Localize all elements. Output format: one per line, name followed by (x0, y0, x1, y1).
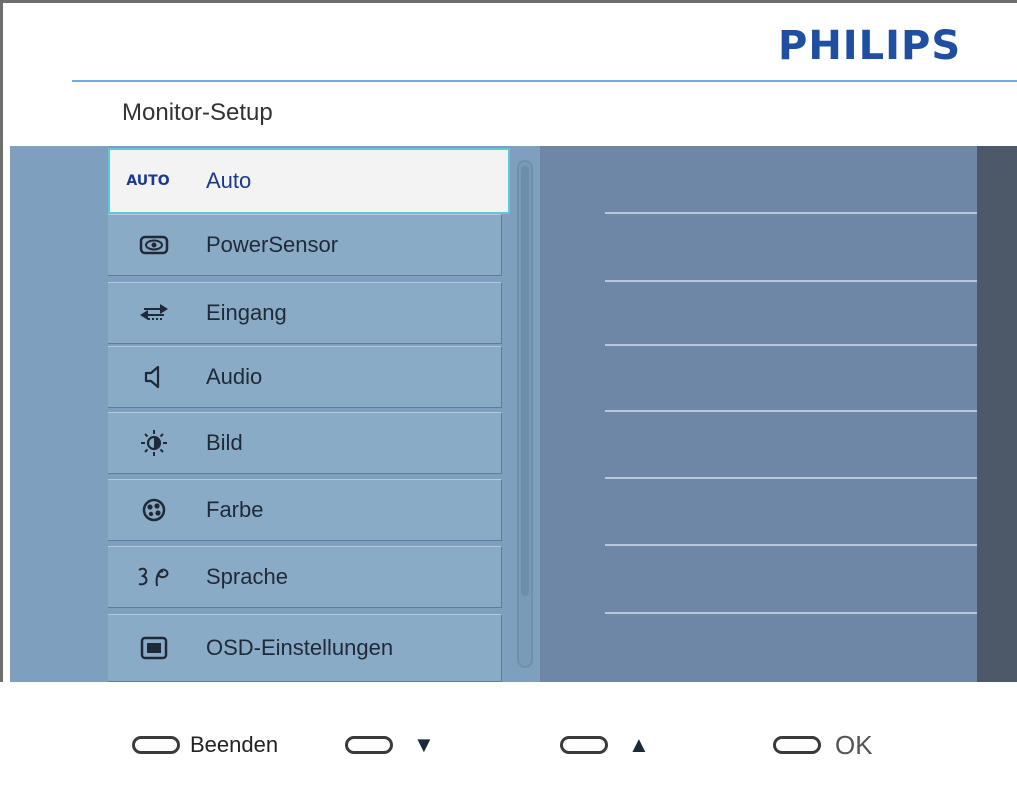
submenu-divider (605, 410, 977, 412)
osd-screen-icon (134, 633, 174, 663)
menu-item-label: Farbe (206, 497, 264, 522)
menu-item-eingang[interactable]: Eingang (108, 282, 502, 344)
menu-item-label: Eingang (206, 300, 287, 325)
submenu-divider (605, 344, 977, 346)
up-button[interactable]: ▲ (560, 728, 650, 762)
menu-item-label: Bild (206, 430, 243, 455)
submenu-divider (605, 544, 977, 546)
menu-item-label: PowerSensor (206, 232, 339, 257)
exit-button[interactable]: Beenden (132, 728, 278, 762)
color-palette-icon (134, 495, 174, 525)
submenu-panel (540, 146, 977, 682)
speaker-icon (134, 362, 174, 392)
ok-button[interactable]: OK (773, 728, 873, 762)
header-divider (72, 80, 1017, 82)
exit-label: Beenden (190, 732, 279, 757)
right-edge-bar (977, 146, 1017, 682)
submenu-divider (605, 477, 977, 479)
submenu-divider (605, 280, 977, 282)
scrollbar-thumb[interactable] (521, 166, 529, 596)
menu-item-sprache[interactable]: Sprache (108, 546, 502, 608)
menu-item-osd-einstellungen[interactable]: OSD-Einstellungen (108, 614, 502, 682)
page-title: Monitor-Setup (122, 99, 273, 126)
eye-sensor-icon (134, 230, 174, 260)
menu-item-label: Auto (206, 168, 252, 193)
menu-item-label: Sprache (206, 564, 288, 589)
menu-item-label: OSD-Einstellungen (206, 635, 394, 660)
down-arrow-icon: ▼ (413, 732, 435, 757)
up-arrow-icon: ▲ (628, 732, 650, 757)
language-icon (134, 562, 174, 592)
menu-item-auto[interactable]: AUTO Auto (108, 148, 510, 214)
menu-item-label: Audio (206, 364, 263, 389)
input-arrows-icon (134, 298, 174, 328)
submenu-divider (605, 612, 977, 614)
button-pill-icon (345, 736, 393, 754)
down-button[interactable]: ▼ (345, 728, 435, 762)
button-pill-icon (132, 736, 180, 754)
menu-item-farbe[interactable]: Farbe (108, 479, 502, 541)
brightness-sun-icon (134, 428, 174, 458)
menu-item-audio[interactable]: Audio (108, 346, 502, 408)
brand-logo: PHILIPS (778, 23, 962, 69)
auto-text-icon: AUTO (126, 173, 170, 189)
button-pill-icon (773, 736, 821, 754)
menu-item-powersensor[interactable]: PowerSensor (108, 214, 502, 276)
ok-label: OK (835, 729, 873, 760)
submenu-divider (605, 212, 977, 214)
menu-item-bild[interactable]: Bild (108, 412, 502, 474)
button-pill-icon (560, 736, 608, 754)
menu-scrollbar[interactable] (517, 160, 533, 668)
